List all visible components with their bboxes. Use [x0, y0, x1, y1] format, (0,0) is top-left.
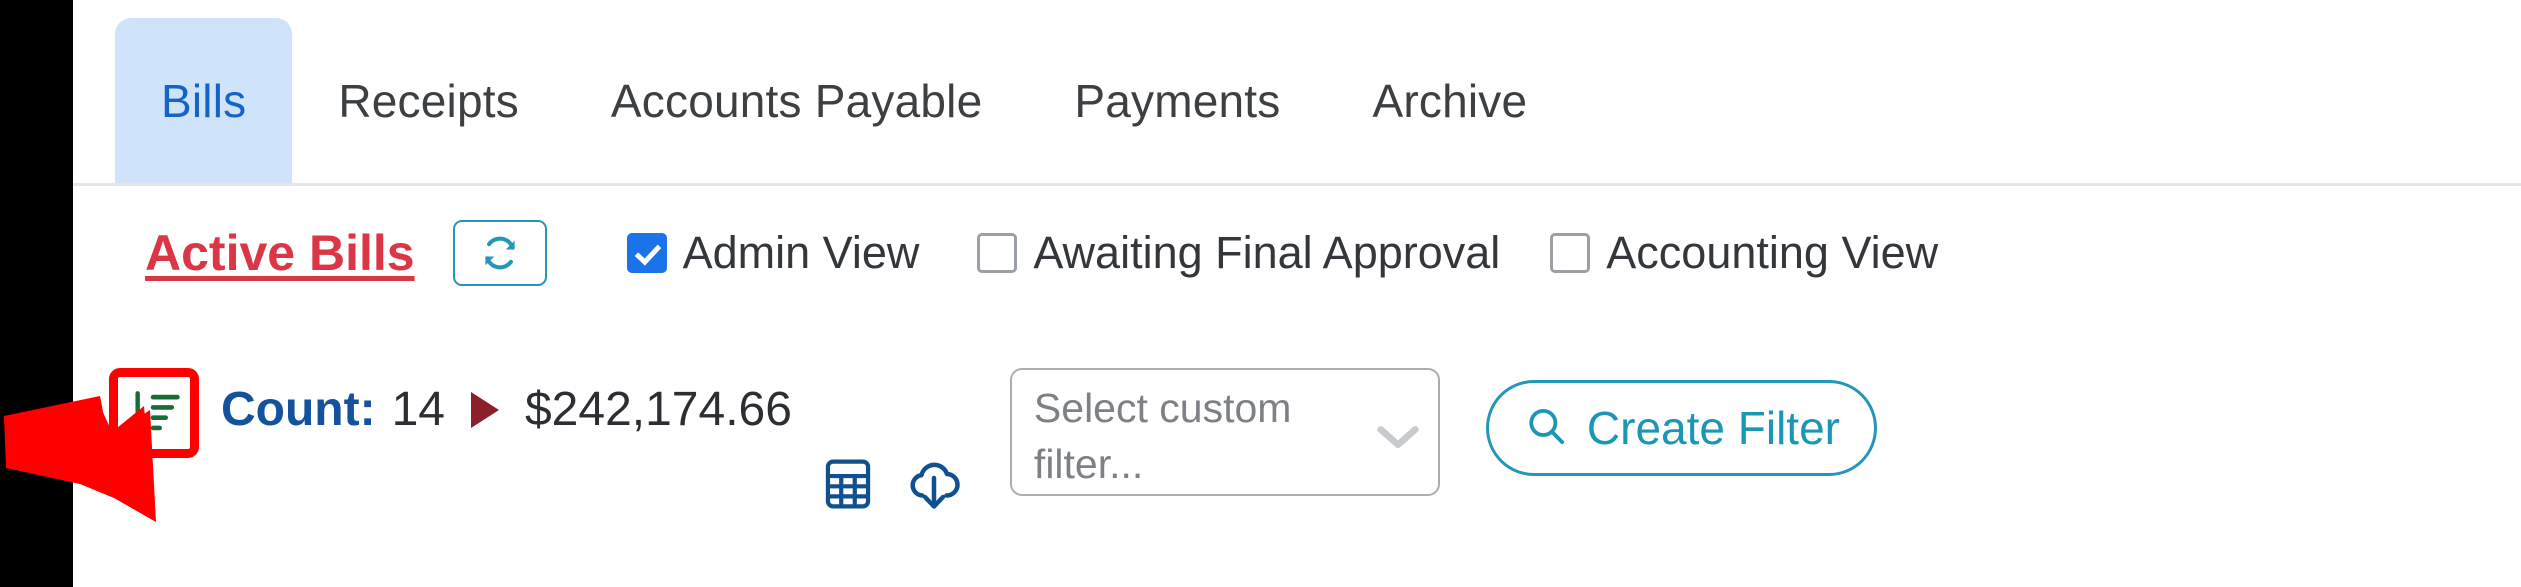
tab-archive[interactable]: Archive: [1327, 18, 1574, 183]
app-screenshot: Bills Receipts Accounts Payable Payments…: [0, 0, 2521, 587]
left-black-gutter: [0, 0, 73, 587]
download-button[interactable]: [904, 442, 964, 514]
count-value: 14: [391, 383, 445, 436]
checkbox-admin-view-box[interactable]: [626, 233, 667, 273]
tab-receipts[interactable]: Receipts: [292, 18, 565, 183]
tab-accounts-payable-label: Accounts Payable: [610, 74, 983, 127]
calculator-icon: [820, 456, 876, 512]
checkbox-admin-view[interactable]: Admin View: [626, 227, 920, 279]
total-amount: $242,174.66: [524, 383, 792, 436]
triangle-right-icon[interactable]: [470, 391, 499, 428]
create-filter-button[interactable]: Create Filter: [1485, 380, 1877, 476]
refresh-icon: [477, 230, 523, 276]
checkbox-awaiting-final-approval-label: Awaiting Final Approval: [1033, 227, 1501, 278]
refresh-button[interactable]: [452, 220, 547, 286]
checkbox-accounting-view-label: Accounting View: [1606, 227, 1939, 278]
cloud-download-icon: [904, 454, 964, 514]
page-title[interactable]: Active Bills: [145, 224, 415, 282]
toolbar-row: Count: 14 $242,174.66 Select custom filt…: [73, 320, 2521, 587]
checkbox-admin-view-label: Admin View: [682, 227, 920, 278]
custom-filter-placeholder: Select custom filter...: [1033, 385, 1292, 487]
tab-archive-label: Archive: [1372, 74, 1528, 127]
chevron-down-icon[interactable]: [1372, 421, 1424, 458]
create-filter-label: Create Filter: [1586, 402, 1840, 454]
custom-filter-select[interactable]: Select custom filter...: [1009, 368, 1440, 496]
tab-payments[interactable]: Payments: [1028, 18, 1326, 183]
page-header-row: Active Bills Admin View Awaiting Final A…: [73, 186, 2521, 320]
checkbox-awaiting-final-approval-box[interactable]: [977, 233, 1018, 273]
sort-descending-icon: [126, 385, 182, 441]
calculator-button[interactable]: [820, 444, 876, 512]
checkbox-accounting-view-box[interactable]: [1550, 233, 1591, 273]
checkbox-awaiting-final-approval[interactable]: Awaiting Final Approval: [977, 227, 1500, 279]
tab-accounts-payable[interactable]: Accounts Payable: [565, 18, 1028, 183]
tab-bar: Bills Receipts Accounts Payable Payments…: [73, 0, 2521, 186]
tab-bills[interactable]: Bills: [115, 18, 293, 183]
search-icon: [1523, 403, 1569, 454]
sort-descending-button[interactable]: [109, 368, 199, 458]
count-label: Count:: [221, 383, 376, 436]
count-summary: Count: 14 $242,174.66: [221, 368, 792, 437]
tab-receipts-label: Receipts: [338, 74, 519, 127]
tab-bills-label: Bills: [161, 74, 247, 127]
tab-payments-label: Payments: [1074, 74, 1281, 127]
checkbox-accounting-view[interactable]: Accounting View: [1550, 227, 1938, 279]
